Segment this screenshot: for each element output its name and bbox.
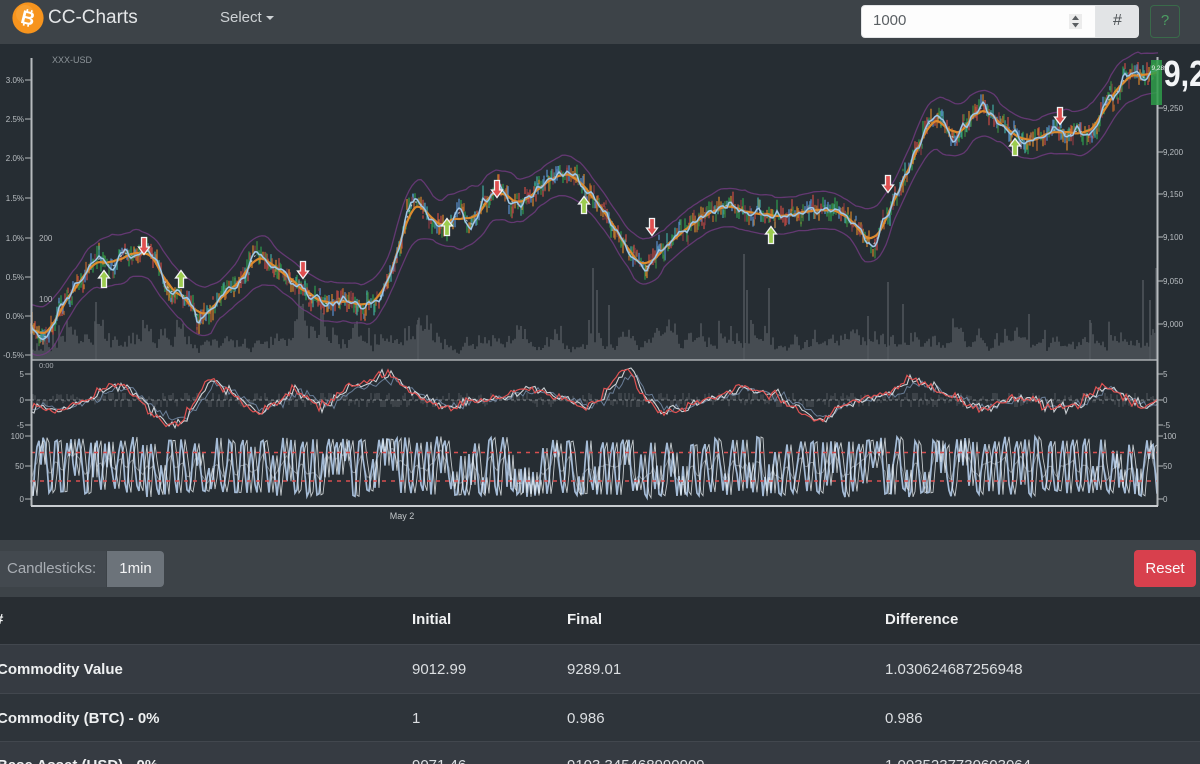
svg-text:0.0%: 0.0% [6,312,24,321]
svg-text:2.5%: 2.5% [6,115,24,124]
svg-text:100: 100 [39,295,53,304]
svg-text:50: 50 [15,462,24,471]
svg-text:200: 200 [39,234,53,243]
svg-text:-5: -5 [1163,421,1171,430]
svg-text:5: 5 [1163,370,1168,379]
svg-text:9,100: 9,100 [1163,233,1184,242]
svg-text:9,150: 9,150 [1163,190,1184,199]
svg-text:9,050: 9,050 [1163,277,1184,286]
svg-text:5: 5 [20,370,25,379]
svg-text:May 2: May 2 [390,511,415,521]
svg-text:9,200: 9,200 [1163,148,1184,157]
svg-text:0: 0 [1163,495,1168,504]
svg-text:0.5%: 0.5% [6,273,24,282]
svg-text:2.0%: 2.0% [6,154,24,163]
svg-text:0:00: 0:00 [39,361,54,370]
svg-text:9,000: 9,000 [1163,320,1184,329]
svg-text:-0.5%: -0.5% [3,351,24,360]
svg-text:50: 50 [1163,462,1172,471]
svg-text:1.0%: 1.0% [6,234,24,243]
svg-text:100: 100 [11,432,25,441]
svg-text:100: 100 [1163,432,1177,441]
svg-text:0: 0 [20,495,25,504]
svg-text:-5: -5 [17,421,25,430]
svg-text:9,250: 9,250 [1163,104,1184,113]
svg-text:0: 0 [1163,396,1168,405]
svg-text:3.0%: 3.0% [6,76,24,85]
svg-text:XXX-USD: XXX-USD [52,55,93,65]
svg-text:0: 0 [20,396,25,405]
svg-text:1.5%: 1.5% [6,194,24,203]
svg-text:9,2: 9,2 [1164,55,1200,95]
